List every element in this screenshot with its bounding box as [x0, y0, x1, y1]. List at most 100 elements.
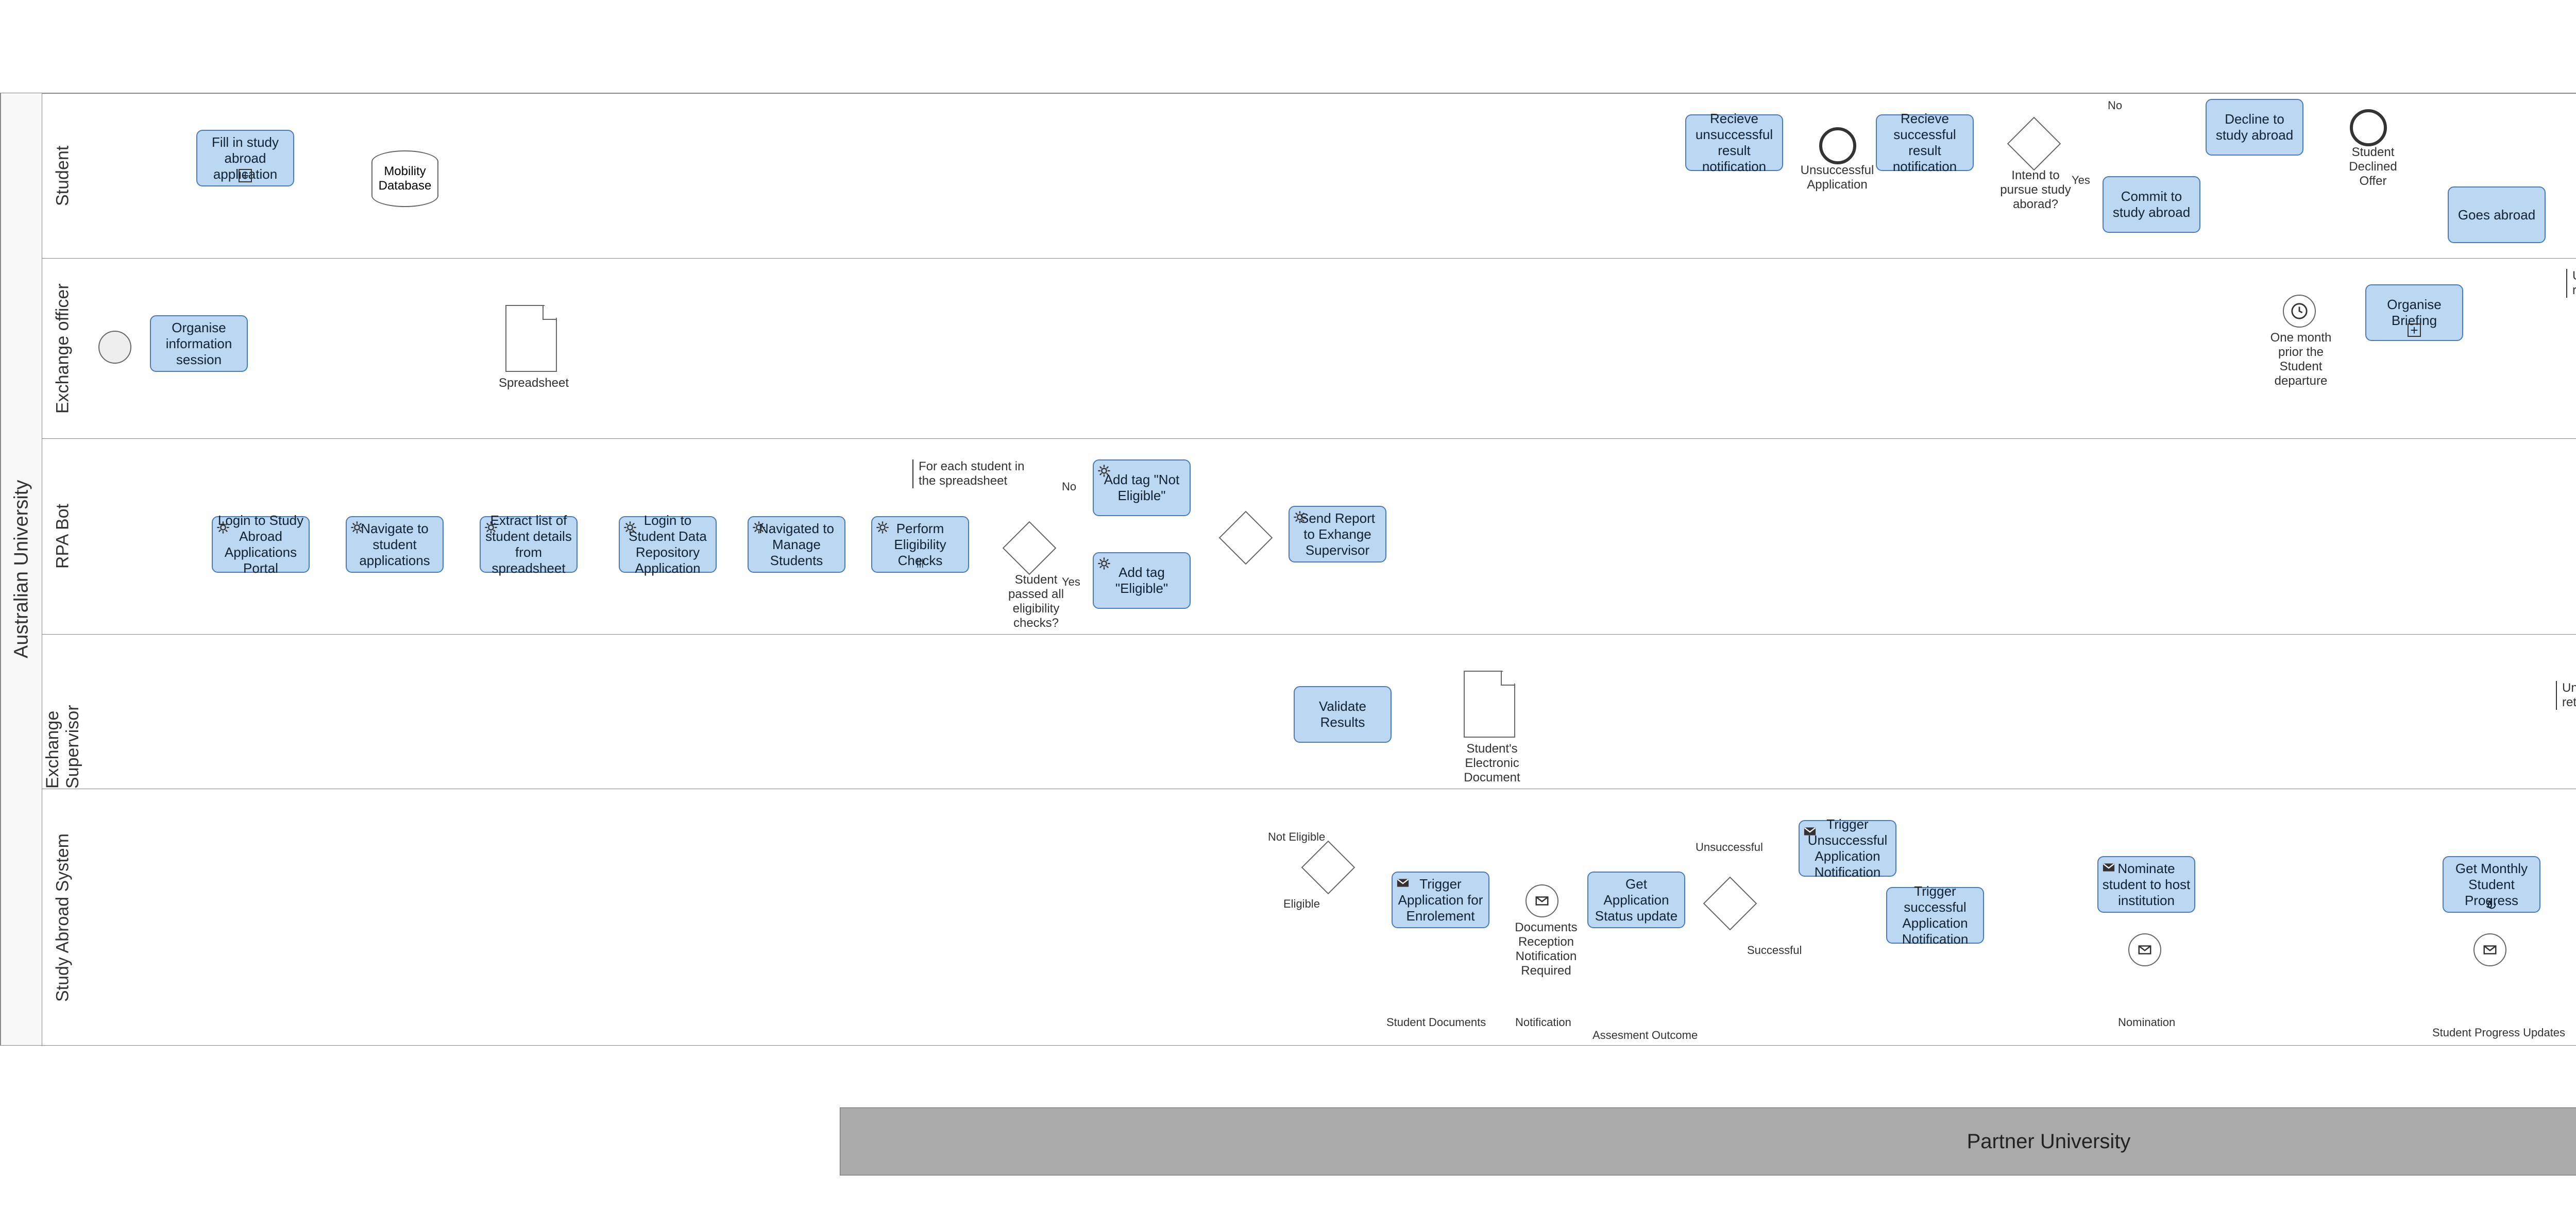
- task-label: Goes abroad: [2458, 207, 2535, 223]
- flow-label-not-eligible: Not Eligible: [1268, 830, 1325, 844]
- task-tag-not-eligible: Add tag "Not Eligible": [1093, 459, 1191, 516]
- dataobj-spreadsheet-label: Spreadsheet: [493, 376, 575, 390]
- gateway-intend: [2007, 117, 2061, 171]
- task-organise-info: Organise information session: [150, 315, 248, 372]
- dataobj-student-doc-label: Student's Electronic Document: [1443, 742, 1541, 785]
- service-task-icon: [350, 520, 364, 535]
- message-icon: [1534, 893, 1550, 909]
- task-validate-results: Validate Results: [1294, 686, 1392, 743]
- start-event: [98, 331, 131, 364]
- end-event-unsuccessful: [1819, 127, 1856, 164]
- task-extract-list: Extract list of student details from spr…: [480, 516, 578, 573]
- msg-notification: Notification: [1515, 1016, 1571, 1029]
- service-task-icon: [752, 520, 766, 535]
- task-navigate-manage: Navigated to Manage Students: [748, 516, 845, 573]
- task-label: Validate Results: [1298, 698, 1387, 730]
- task-label: Organise information session: [154, 320, 244, 368]
- pool-label-text: Australian University: [11, 480, 33, 658]
- annotation-until-returned-officer: Until student returned: [2566, 269, 2576, 298]
- gateway-eligible-split: [1301, 841, 1355, 895]
- msg-progress: Student Progress Updates: [2432, 1026, 2565, 1039]
- task-goes-abroad: Goes abroad: [2448, 186, 2546, 243]
- msg-nomination: Nomination: [2118, 1016, 2175, 1029]
- lane-label-text: Exchange Supervisor: [43, 635, 83, 789]
- service-task-icon: [216, 520, 230, 535]
- task-tag-eligible: Add tag "Eligible": [1093, 552, 1191, 609]
- task-get-status: Get Application Status update: [1587, 872, 1685, 928]
- lane-student: Student: [42, 94, 83, 258]
- service-task-icon: [484, 520, 498, 535]
- task-navigate-apps: Navigate to student applications: [346, 516, 444, 573]
- subprocess-marker-icon: +: [239, 169, 252, 182]
- send-task-icon: [1803, 824, 1817, 839]
- pool-partner-university: Partner University: [840, 1107, 2576, 1175]
- task-decline: Decline to study abroad: [2206, 99, 2303, 156]
- msg-assesment: Assesment Outcome: [1592, 1029, 1698, 1042]
- subprocess-marker-icon: +: [2408, 323, 2421, 337]
- flow-label-no-elig: No: [1062, 480, 1076, 493]
- lane-label-text: Study Abroad System: [53, 833, 73, 1002]
- event-nomination-out: [2128, 933, 2161, 966]
- task-login-student-data: Login to Student Data Repository Applica…: [619, 516, 717, 573]
- task-label: Trigger successful Application Notificat…: [1890, 883, 1980, 947]
- pool-label-text: Partner University: [1967, 1130, 2131, 1153]
- task-trigger-unsuccessful: Trigger Unsuccessful Application Notific…: [1799, 820, 1896, 877]
- loop-marker-icon: ↻: [2486, 897, 2497, 909]
- flow-label-yes: Yes: [2072, 174, 2090, 187]
- task-organise-briefing: Organise Briefing +: [2365, 284, 2463, 341]
- flow-label-eligible: Eligible: [1283, 897, 1320, 911]
- lane-label-text: RPA Bot: [53, 504, 73, 569]
- send-task-icon: [1396, 876, 1410, 890]
- event-progress-in: [2473, 933, 2506, 966]
- task-label: Get Application Status update: [1591, 876, 1681, 924]
- datastore-mobility: Mobility Database: [371, 150, 438, 207]
- dataobj-spreadsheet: [505, 305, 557, 372]
- task-monthly-progress: Get Monthly Student Progress ↻: [2443, 856, 2540, 913]
- event-docs-received: [1526, 884, 1558, 917]
- lane-exchange-officer: Exchange officer: [42, 259, 83, 438]
- task-label: Recieve successful result notification: [1880, 111, 1970, 175]
- gateway-status: [1703, 877, 1757, 931]
- task-label: Commit to study abroad: [2107, 189, 2196, 220]
- send-task-icon: [2102, 860, 2116, 875]
- service-task-icon: [875, 520, 890, 535]
- lane-label-text: Exchange officer: [53, 283, 73, 414]
- task-trigger-successful: Trigger successful Application Notificat…: [1886, 887, 1984, 944]
- lane-sas: Study Abroad System: [42, 789, 83, 1046]
- task-send-report: Send Report to Exhange Supervisor: [1289, 506, 1386, 562]
- lane-label-text: Student: [53, 146, 73, 206]
- flow-label-yes-elig: Yes: [1062, 575, 1080, 589]
- event-docs-label: Documents Reception Notification Require…: [1495, 920, 1598, 978]
- service-task-icon: [1097, 464, 1111, 478]
- pool-label: Australian University: [1, 93, 42, 1045]
- timer-event-one-month: [2283, 295, 2316, 328]
- datastore-label: Mobility Database: [377, 164, 433, 193]
- timer-label: One month prior the Student departure: [2257, 331, 2345, 388]
- task-label: Recieve unsuccessful result notification: [1689, 111, 1779, 175]
- dataobj-student-doc: [1464, 671, 1515, 738]
- message-icon: [2482, 942, 2498, 958]
- task-eligibility: Perform Eligibility Checks |||: [871, 516, 969, 573]
- task-commit: Commit to study abroad: [2103, 176, 2200, 233]
- gateway-merge-eligibility: [1219, 511, 1273, 565]
- service-task-icon: [1293, 510, 1307, 524]
- end-event-declined: [2350, 109, 2387, 146]
- annotation-until-returned-supervisor: Until student returned: [2556, 681, 2576, 710]
- end-label-declined: Student Declined Offer: [2334, 145, 2412, 189]
- gateway-intend-label: Intend to pursue study aborad?: [1994, 168, 2077, 212]
- flow-label-unsuccessful: Unsuccessful: [1696, 841, 1763, 854]
- end-label-unsuccessful: Unsuccessful Application: [1793, 163, 1881, 192]
- task-receive-unsuccessful: Recieve unsuccessful result notification: [1685, 114, 1783, 171]
- task-receive-successful: Recieve successful result notification: [1876, 114, 1974, 171]
- task-label: Decline to study abroad: [2210, 111, 2299, 143]
- flow-label-successful: Successful: [1747, 944, 1802, 957]
- annotation-loop: For each student in the spreadsheet: [912, 459, 1037, 488]
- msg-student-docs: Student Documents: [1386, 1016, 1486, 1029]
- task-trigger-enrolment: Trigger Application for Enrolement: [1392, 872, 1489, 928]
- gateway-eligibility: [1003, 521, 1057, 575]
- task-login-portal: Login to Study Abroad Applications Porta…: [212, 516, 310, 573]
- message-icon: [2137, 942, 2153, 958]
- task-fill-in-application: Fill in study abroad application +: [196, 130, 294, 186]
- clock-icon: [2291, 302, 2308, 320]
- multi-instance-marker-icon: |||: [914, 557, 926, 569]
